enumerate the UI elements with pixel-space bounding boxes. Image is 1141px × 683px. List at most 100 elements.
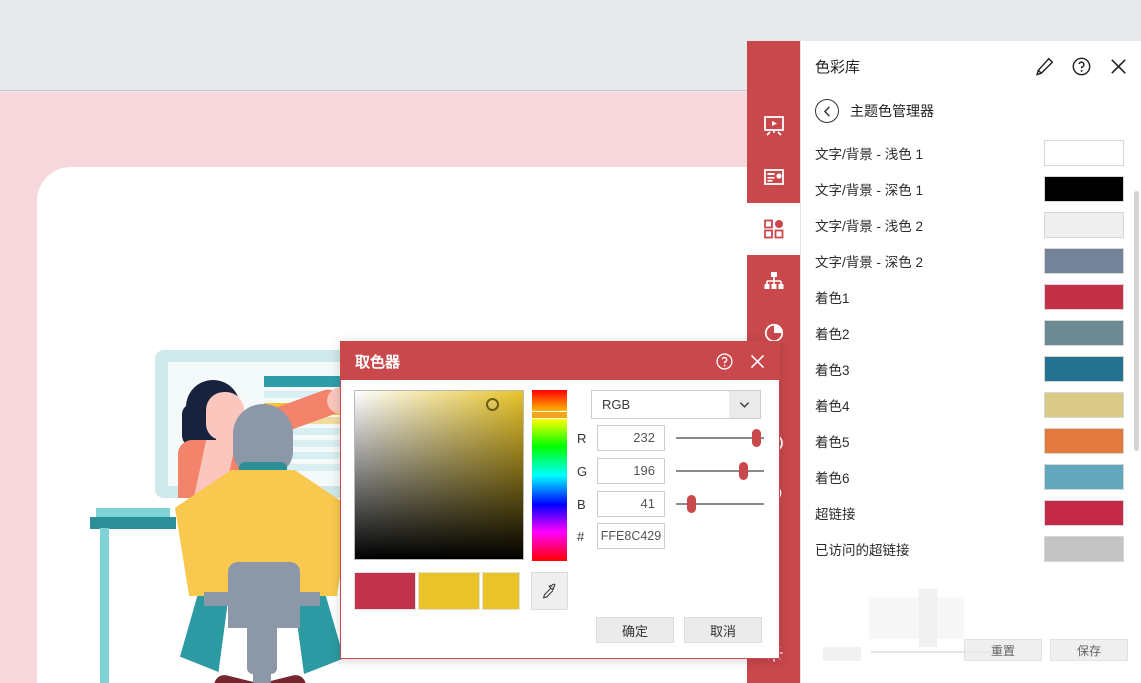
channel-slider-b[interactable] <box>676 503 764 505</box>
color-library-icon <box>763 218 785 240</box>
saturation-value-area[interactable] <box>354 390 524 560</box>
dialog-titlebar[interactable]: 取色器 <box>341 342 779 380</box>
theme-color-swatch[interactable] <box>1044 500 1124 526</box>
hex-row: # FFE8C429 <box>577 523 665 549</box>
channel-slider-handle-g[interactable] <box>739 462 748 480</box>
panel-footer: 重置 保存 <box>801 625 1141 683</box>
screen-bar-teal-1 <box>264 376 342 387</box>
channel-slider-g[interactable] <box>676 470 764 472</box>
theme-color-list: 文字/背景 - 浅色 1 文字/背景 - 深色 1 文字/背景 - 浅色 2 文… <box>801 135 1141 567</box>
rail-item-presentation[interactable] <box>747 99 800 151</box>
cancel-button[interactable]: 取消 <box>684 617 762 643</box>
panel-title: 色彩库 <box>815 56 860 77</box>
theme-color-swatch[interactable] <box>1044 212 1124 238</box>
theme-color-name: 着色6 <box>815 467 850 487</box>
theme-row[interactable]: 着色4 <box>801 387 1141 423</box>
reset-button[interactable]: 重置 <box>964 639 1042 661</box>
hue-slider-handle[interactable] <box>532 411 567 419</box>
rail-item-collapse[interactable] <box>747 679 800 683</box>
sv-cursor-handle[interactable] <box>486 398 499 411</box>
recent-swatch-strip <box>354 572 520 610</box>
presentation-icon <box>763 114 785 136</box>
help-icon[interactable] <box>1071 56 1092 77</box>
hex-label: # <box>577 529 589 544</box>
close-icon[interactable] <box>1108 56 1129 77</box>
channel-slider-handle-b[interactable] <box>687 495 696 513</box>
theme-color-name: 文字/背景 - 浅色 1 <box>815 143 923 163</box>
theme-row[interactable]: 已访问的超链接 <box>801 531 1141 567</box>
channel-label-g: G <box>577 464 589 479</box>
panel-header-actions <box>1034 56 1129 77</box>
theme-row[interactable]: 文字/背景 - 浅色 2 <box>801 207 1141 243</box>
theme-color-swatch[interactable] <box>1044 392 1124 418</box>
back-arrow-icon[interactable] <box>815 99 839 123</box>
theme-row[interactable]: 着色1 <box>801 279 1141 315</box>
ok-button[interactable]: 确定 <box>596 617 674 643</box>
theme-row[interactable]: 着色3 <box>801 351 1141 387</box>
theme-color-swatch[interactable] <box>1044 464 1124 490</box>
theme-color-name: 文字/背景 - 浅色 2 <box>815 215 923 235</box>
theme-color-swatch[interactable] <box>1044 284 1124 310</box>
theme-color-name: 着色5 <box>815 431 850 451</box>
theme-color-name: 着色2 <box>815 323 850 343</box>
theme-color-name: 已访问的超链接 <box>815 539 910 559</box>
theme-color-swatch[interactable] <box>1044 356 1124 382</box>
theme-color-name: 着色4 <box>815 395 850 415</box>
theme-color-name: 着色3 <box>815 359 850 379</box>
app-window: text here <box>0 0 1141 683</box>
channel-label-r: R <box>577 431 589 446</box>
theme-manager-label: 主题色管理器 <box>850 101 934 121</box>
channel-row-g: G 196 <box>577 458 764 484</box>
chevron-down-icon[interactable] <box>729 391 760 418</box>
recent-swatch[interactable] <box>354 572 416 610</box>
dialog-title-actions <box>715 352 767 371</box>
panel-header: 色彩库 <box>801 41 1141 91</box>
org-chart-icon <box>763 270 785 292</box>
theme-row[interactable]: 着色2 <box>801 315 1141 351</box>
theme-row[interactable]: 着色6 <box>801 459 1141 495</box>
color-library-panel: 色彩库 <box>800 41 1141 683</box>
theme-color-swatch[interactable] <box>1044 248 1124 274</box>
theme-row[interactable]: 超链接 <box>801 495 1141 531</box>
theme-color-swatch[interactable] <box>1044 536 1124 562</box>
recent-swatch[interactable] <box>482 572 520 610</box>
panel-scrollbar[interactable] <box>1134 191 1139 451</box>
slide-layout-icon <box>763 166 785 188</box>
panel-subheader: 主题色管理器 <box>801 91 1141 135</box>
hex-input[interactable]: FFE8C429 <box>597 523 665 549</box>
rail-item-color-library[interactable] <box>747 203 800 255</box>
theme-color-swatch[interactable] <box>1044 176 1124 202</box>
theme-color-name: 超链接 <box>815 503 856 523</box>
chair-post <box>253 652 271 683</box>
channel-label-b: B <box>577 497 589 512</box>
theme-color-swatch[interactable] <box>1044 320 1124 346</box>
channel-input-r[interactable]: 232 <box>597 425 665 451</box>
theme-color-name: 文字/背景 - 深色 1 <box>815 179 923 199</box>
theme-color-name: 着色1 <box>815 287 850 307</box>
color-format-select[interactable]: RGB <box>591 390 761 419</box>
eyedropper-icon[interactable] <box>531 572 568 610</box>
desk-leg <box>100 528 109 683</box>
channel-slider-handle-r[interactable] <box>752 429 761 447</box>
channel-row-b: B 41 <box>577 491 764 517</box>
theme-row[interactable]: 着色5 <box>801 423 1141 459</box>
channel-row-r: R 232 <box>577 425 764 451</box>
save-button[interactable]: 保存 <box>1050 639 1128 661</box>
pencil-icon[interactable] <box>1034 56 1055 77</box>
dialog-buttons: 确定 取消 <box>596 617 762 643</box>
rail-item-slide-layout[interactable] <box>747 151 800 203</box>
channel-input-b[interactable]: 41 <box>597 491 665 517</box>
theme-color-name: 文字/背景 - 深色 2 <box>815 251 923 271</box>
theme-row[interactable]: 文字/背景 - 深色 1 <box>801 171 1141 207</box>
theme-color-swatch[interactable] <box>1044 140 1124 166</box>
theme-row[interactable]: 文字/背景 - 浅色 1 <box>801 135 1141 171</box>
rail-item-org-chart[interactable] <box>747 255 800 307</box>
channel-input-g[interactable]: 196 <box>597 458 665 484</box>
theme-row[interactable]: 文字/背景 - 深色 2 <box>801 243 1141 279</box>
theme-color-swatch[interactable] <box>1044 428 1124 454</box>
close-icon[interactable] <box>748 352 767 371</box>
recent-swatch[interactable] <box>418 572 480 610</box>
color-format-value: RGB <box>592 397 630 412</box>
channel-slider-r[interactable] <box>676 437 764 439</box>
help-icon[interactable] <box>715 352 734 371</box>
